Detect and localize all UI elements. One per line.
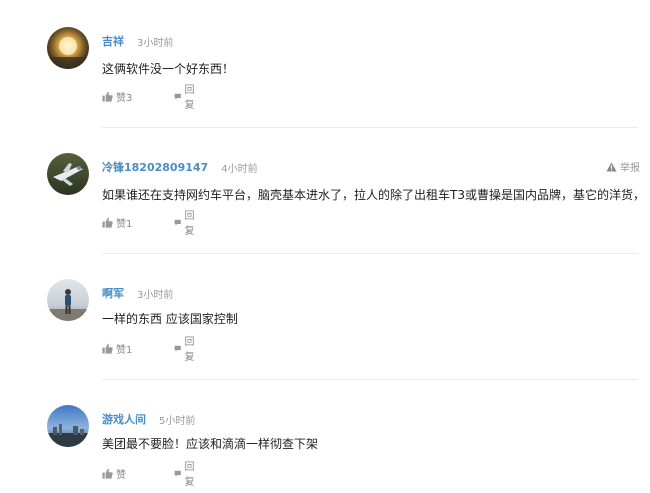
username[interactable]: 啊军 [102, 285, 124, 301]
like-count: 赞 [116, 469, 126, 481]
like-button[interactable]: 赞1 [102, 341, 132, 356]
reply-label: 回复 [184, 337, 195, 363]
comment-item: 游戏人间 5小时前 美团最不要脸！应该和滴滴一样彻查下架 赞 回复 [0, 380, 650, 493]
timestamp: 3小时前 [137, 289, 174, 301]
comment-item: 啊军 3小时前 一样的东西 应该国家控制 赞1 回复 [0, 254, 650, 380]
avatar[interactable] [47, 279, 89, 321]
username[interactable]: 吉祥 [102, 33, 124, 49]
avatar-aircraft-image [47, 153, 89, 195]
username[interactable]: 冷锋18202809147 [102, 159, 208, 175]
comment-meta: 冷锋18202809147 4小时前 [102, 159, 258, 175]
comment-text: 一样的东西 应该国家控制 [102, 312, 238, 326]
comment-actions: 赞1 回复 [102, 211, 194, 237]
comment-actions: 赞3 回复 [102, 85, 194, 111]
reply-label: 回复 [184, 462, 195, 488]
comment-meta: 游戏人间 5小时前 [102, 411, 195, 427]
speech-bubble-icon [174, 470, 181, 477]
comment-text: 美团最不要脸！应该和滴滴一样彻查下架 [102, 437, 319, 451]
comment-text: 这俩软件没一个好东西！ [102, 62, 235, 76]
timestamp: 3小时前 [137, 37, 174, 49]
reply-button[interactable]: 回复 [174, 207, 198, 237]
comment-list: 吉祥 3小时前 这俩软件没一个好东西！ 赞3 回复 冷锋18202809147 … [0, 0, 650, 493]
comment-item: 吉祥 3小时前 这俩软件没一个好东西！ 赞3 回复 [0, 0, 650, 128]
speech-bubble-icon [174, 345, 181, 352]
thumbs-up-icon [102, 343, 113, 354]
comment-actions: 赞1 回复 [102, 337, 194, 363]
avatar[interactable] [47, 153, 89, 195]
reply-label: 回复 [184, 85, 195, 111]
like-count: 赞1 [116, 344, 133, 356]
avatar[interactable] [47, 405, 89, 447]
comment-meta: 啊军 3小时前 [102, 285, 173, 301]
warning-icon [606, 161, 617, 172]
timestamp: 4小时前 [221, 163, 258, 175]
comment-item: 冷锋18202809147 4小时前 举报 如果谁还在支持网约车平台，脑壳基本进… [0, 128, 650, 254]
timestamp: 5小时前 [159, 415, 196, 427]
avatar-cityscape-image [47, 405, 89, 447]
username[interactable]: 游戏人间 [102, 411, 146, 427]
comment-meta: 吉祥 3小时前 [102, 33, 173, 49]
speech-bubble-icon [174, 219, 181, 226]
like-count: 赞3 [116, 92, 133, 104]
reply-button[interactable]: 回复 [174, 81, 198, 111]
like-button[interactable]: 赞1 [102, 215, 132, 230]
reply-button[interactable]: 回复 [174, 458, 198, 488]
comment-actions: 赞 回复 [102, 462, 194, 488]
like-button[interactable]: 赞3 [102, 89, 132, 104]
comment-text: 如果谁还在支持网约车平台，脑壳基本进水了，拉人的除了出租车T3或曹操是国内品牌，… [102, 188, 645, 202]
thumbs-up-icon [102, 217, 113, 228]
reply-label: 回复 [184, 211, 195, 237]
thumbs-up-icon [102, 91, 113, 102]
speech-bubble-icon [174, 93, 181, 100]
avatar[interactable] [47, 27, 89, 69]
like-count: 赞1 [116, 218, 133, 230]
avatar-golden-orb-image [47, 27, 89, 69]
avatar-person-standing-image [47, 279, 89, 321]
like-button[interactable]: 赞 [102, 466, 126, 481]
report-button[interactable]: 举报 [606, 159, 640, 174]
thumbs-up-icon [102, 468, 113, 479]
report-label: 举报 [620, 163, 640, 174]
reply-button[interactable]: 回复 [174, 333, 198, 363]
